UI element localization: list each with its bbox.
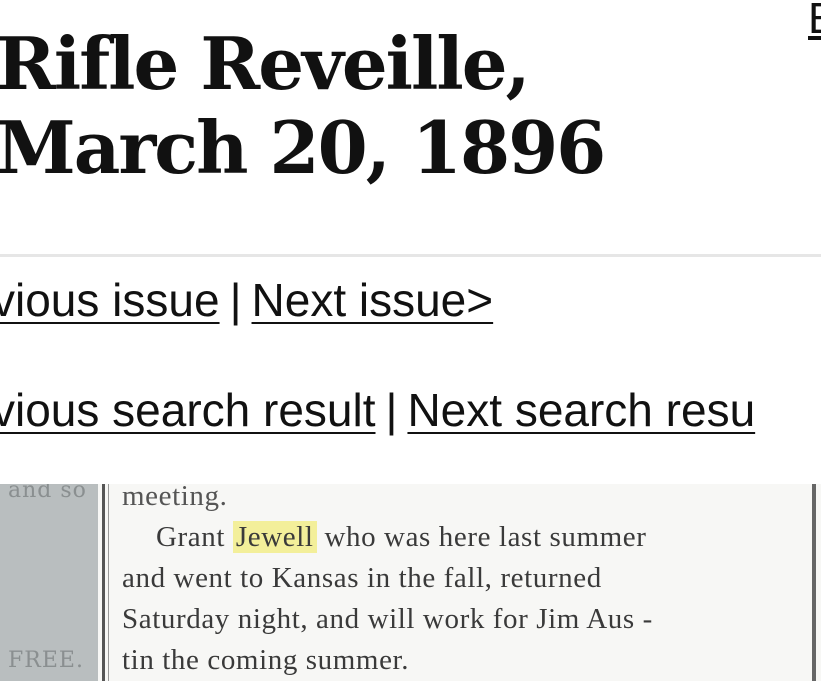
article-line: and went to Kansas in the fall, returned xyxy=(122,562,602,594)
truncated-link[interactable]: E xyxy=(808,0,821,44)
adjacent-column-text-bottom: FREE. xyxy=(8,648,84,673)
next-issue-link[interactable]: Next issue> xyxy=(252,274,494,326)
search-result-navigation: vious search result | Next search resu xyxy=(0,382,755,438)
nav-separator: | xyxy=(229,274,242,326)
article-fragment: meeting. xyxy=(122,484,228,512)
divider xyxy=(0,254,821,257)
column-edge xyxy=(812,484,816,681)
article-text-run: who was here last summer xyxy=(324,521,647,553)
issue-navigation: vious issue | Next issue> xyxy=(0,272,493,328)
article-line: Grant Jewell who was here last summer xyxy=(122,517,812,558)
article-line: Saturday night, and will work for Jim Au… xyxy=(122,603,653,635)
previous-search-result-link[interactable]: vious search result xyxy=(0,384,376,436)
column-rule-thin xyxy=(108,484,109,681)
adjacent-column-text-top: and so xyxy=(8,484,87,503)
search-highlight: Jewell xyxy=(232,521,317,553)
previous-issue-link[interactable]: vious issue xyxy=(0,274,220,326)
adjacent-column: and so FREE. xyxy=(0,484,98,681)
article-text: meeting. Grant Jewell who was here last … xyxy=(122,484,812,681)
newspaper-snippet-image: and so FREE. meeting. Grant Jewell who w… xyxy=(0,484,821,681)
page-title: Rifle Reveille, March 20, 1896 xyxy=(0,21,606,190)
article-word: Grant xyxy=(156,521,226,553)
nav-separator: | xyxy=(385,384,398,436)
column-rule xyxy=(102,484,105,681)
next-search-result-link[interactable]: Next search resu xyxy=(407,384,755,436)
article-line: tin the coming summer. xyxy=(122,644,410,676)
